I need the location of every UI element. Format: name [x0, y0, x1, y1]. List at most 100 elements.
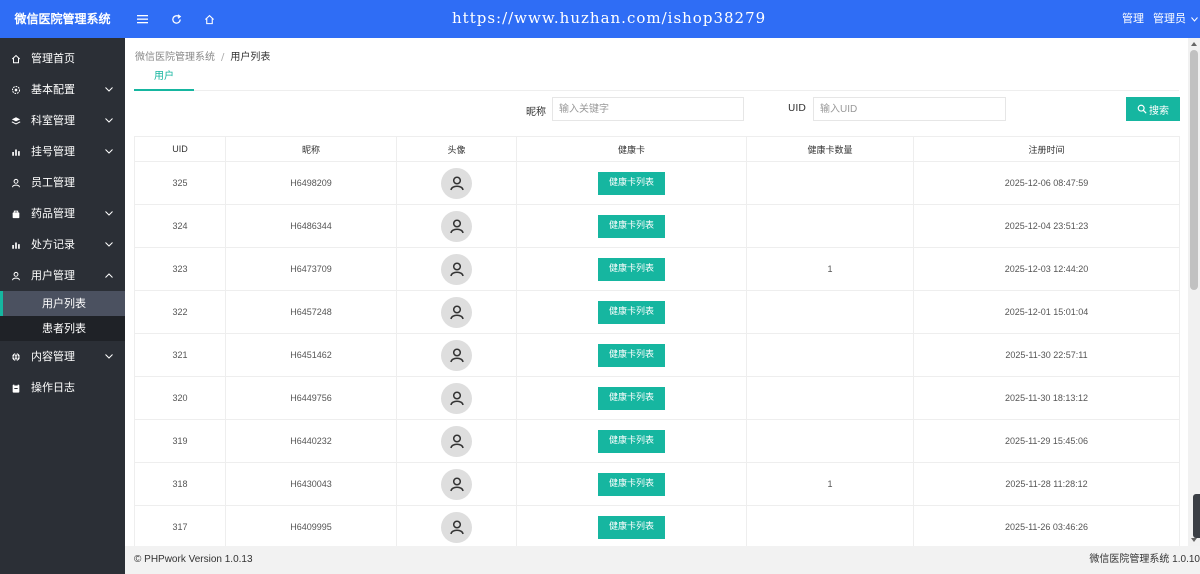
user-avatar-icon: [449, 347, 465, 363]
sidebar-subitem-label: 用户列表: [42, 297, 86, 310]
uid-search-input[interactable]: [813, 97, 1006, 121]
table-body: 325 H6498209 健康卡列表 2025-12-06 08:47:59 324 H6…: [134, 161, 1180, 546]
sidebar-item-medicine[interactable]: 药品管理: [0, 198, 125, 229]
menu-toggle-icon[interactable]: [132, 0, 152, 38]
cell-card-count: [746, 161, 914, 205]
user-icon: [10, 167, 22, 198]
app-logo: 微信医院管理系统: [14, 12, 111, 26]
sidebar-subitem-user-list[interactable]: 用户列表: [0, 291, 125, 316]
uid-label: UID: [788, 103, 806, 114]
table-row: 321 H6451462 健康卡列表 2025-11-30 22:57:11: [134, 333, 1180, 377]
cell-uid: 324: [134, 204, 226, 248]
home-icon[interactable]: [199, 0, 219, 38]
refresh-icon[interactable]: [166, 0, 186, 38]
sidebar-item-label: 内容管理: [31, 350, 75, 363]
cell-health-card: 健康卡列表: [516, 204, 747, 248]
sidebar-item-prescription[interactable]: 处方记录: [0, 229, 125, 260]
cell-nickname: H6498209: [225, 161, 397, 205]
cell-nickname: H6486344: [225, 204, 397, 248]
layers-icon: [10, 105, 22, 136]
avatar: [441, 425, 472, 457]
sidebar-item-staff[interactable]: 员工管理: [0, 167, 125, 198]
cell-avatar: [396, 333, 517, 377]
cell-card-count: [746, 376, 914, 420]
table-row: 325 H6498209 健康卡列表 2025-12-06 08:47:59: [134, 161, 1180, 205]
health-card-list-button[interactable]: 健康卡列表: [598, 300, 665, 324]
breadcrumb-root[interactable]: 微信医院管理系统: [135, 52, 215, 63]
admin-label: 管理员: [1153, 12, 1186, 25]
column-header: 健康卡: [516, 136, 747, 162]
avatar: [441, 210, 472, 242]
chart-icon: [10, 136, 22, 167]
health-card-list-button[interactable]: 健康卡列表: [598, 472, 665, 496]
cell-uid: 317: [134, 505, 226, 546]
health-card-list-button[interactable]: 健康卡列表: [598, 429, 665, 453]
sidebar-subitem-patient-list[interactable]: 患者列表: [0, 316, 125, 341]
sidebar-item-home[interactable]: 管理首页: [0, 43, 125, 74]
vertical-scrollbar[interactable]: [1188, 38, 1200, 546]
cell-uid: 318: [134, 462, 226, 506]
sidebar-item-operation-log[interactable]: 操作日志: [0, 372, 125, 403]
sidebar-item-label: 管理首页: [31, 52, 75, 65]
manage-link[interactable]: 管理: [1122, 0, 1144, 38]
side-drawer-handle[interactable]: [1193, 494, 1200, 538]
cell-uid: 321: [134, 333, 226, 377]
top-header: 微信医院管理系统 https://www.huzhan.com/ishop382…: [0, 0, 1200, 38]
column-header: 昵称: [225, 136, 397, 162]
cell-card-count: [746, 419, 914, 463]
user-table: UID 昵称 头像 健康卡 健康卡数量 注册时间 325 H6498209 健康卡列表 2025…: [134, 136, 1180, 546]
breadcrumb-separator: /: [221, 52, 225, 63]
cell-health-card: 健康卡列表: [516, 505, 747, 546]
table-row: 318 H6430043 健康卡列表 1 2025-11-28 11:28:12: [134, 462, 1180, 506]
chevron-down-icon: [105, 136, 113, 167]
health-card-list-button[interactable]: 健康卡列表: [598, 386, 665, 410]
sidebar-item-content[interactable]: 内容管理: [0, 341, 125, 372]
sidebar: 管理首页 基本配置 科室管理 挂号管理 员工管理 药品管理 处方记录 用户管理 …: [0, 38, 125, 574]
footer-system-version: 微信医院管理系统 1.0.10: [1089, 554, 1200, 565]
cell-uid: 325: [134, 161, 226, 205]
sidebar-item-label: 用户管理: [31, 269, 75, 282]
cell-nickname: H6457248: [225, 290, 397, 334]
sidebar-subitem-label: 患者列表: [42, 322, 86, 335]
sidebar-item-label: 处方记录: [31, 238, 75, 251]
main-content: 微信医院管理系统 / 用户列表 用户 昵称 UID 搜索 UID昵称头像健康卡健康卡…: [125, 38, 1188, 546]
cell-avatar: [396, 247, 517, 291]
bag-icon: [10, 198, 22, 229]
scroll-up-arrow-icon[interactable]: [1188, 38, 1200, 50]
admin-menu[interactable]: 管理员: [1153, 0, 1198, 38]
user-avatar-icon: [449, 390, 465, 406]
cell-register-time: 2025-11-28 11:28:12: [913, 462, 1180, 506]
search-button[interactable]: 搜索: [1126, 97, 1180, 121]
health-card-list-button[interactable]: 健康卡列表: [598, 515, 665, 539]
avatar: [441, 167, 472, 199]
sidebar-item-basic-config[interactable]: 基本配置: [0, 74, 125, 105]
user-avatar-icon: [449, 476, 465, 492]
health-card-list-button[interactable]: 健康卡列表: [598, 171, 665, 195]
table-header-row: UID 昵称 头像 健康卡 健康卡数量 注册时间: [134, 136, 1180, 162]
footer: © PHPwork Version 1.0.13 微信医院管理系统 1.0.10: [125, 546, 1200, 574]
cell-uid: 319: [134, 419, 226, 463]
sidebar-item-registration[interactable]: 挂号管理: [0, 136, 125, 167]
table-row: 322 H6457248 健康卡列表 2025-12-01 15:01:04: [134, 290, 1180, 334]
cell-card-count: 1: [746, 462, 914, 506]
health-card-list-button[interactable]: 健康卡列表: [598, 257, 665, 281]
cell-card-count: 1: [746, 247, 914, 291]
breadcrumb-current: 用户列表: [230, 52, 271, 63]
cell-card-count: [746, 333, 914, 377]
scroll-thumb[interactable]: [1190, 50, 1198, 290]
cell-register-time: 2025-12-06 08:47:59: [913, 161, 1180, 205]
user-avatar-icon: [449, 218, 465, 234]
watermark-url: https://www.huzhan.com/ishop38279: [452, 9, 767, 27]
cell-health-card: 健康卡列表: [516, 333, 747, 377]
health-card-list-button[interactable]: 健康卡列表: [598, 343, 665, 367]
sidebar-item-department[interactable]: 科室管理: [0, 105, 125, 136]
nickname-search-input[interactable]: [552, 97, 744, 121]
sidebar-item-label: 科室管理: [31, 114, 75, 127]
tab-user[interactable]: 用户: [134, 70, 194, 91]
health-card-list-button[interactable]: 健康卡列表: [598, 214, 665, 238]
cell-register-time: 2025-11-30 22:57:11: [913, 333, 1180, 377]
user-icon: [10, 260, 22, 291]
chevron-down-icon: [105, 74, 113, 105]
cell-health-card: 健康卡列表: [516, 247, 747, 291]
sidebar-item-user-management[interactable]: 用户管理: [0, 260, 125, 291]
